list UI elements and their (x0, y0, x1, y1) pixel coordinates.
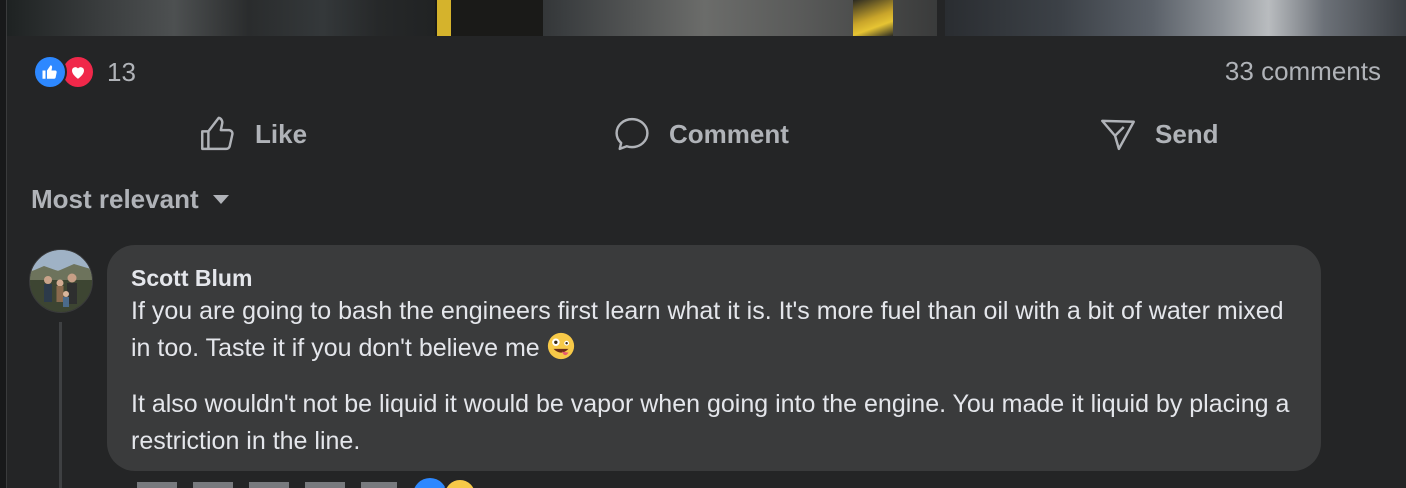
photo-detail (435, 0, 543, 36)
comment-paragraph-1: If you are going to bash the engineers f… (131, 297, 1284, 362)
comment-text: It also wouldn't not be liquid it would … (131, 390, 1290, 455)
photo-detail (437, 0, 451, 36)
comment-bubble: Scott Blum If you are going to bash the … (107, 245, 1321, 471)
profile-photo (30, 250, 92, 312)
comment-author[interactable]: Scott Blum (131, 263, 1297, 293)
like-label: Like (255, 118, 308, 149)
comments-count-link[interactable]: 33 comments (1225, 56, 1381, 87)
send-button[interactable]: Send (1097, 108, 1219, 160)
reaction-count: 13 (107, 56, 136, 87)
photo-divider (937, 0, 945, 36)
chevron-down-icon (212, 195, 229, 204)
zany-face-icon (546, 331, 576, 372)
speech-bubble-icon (615, 117, 649, 151)
comment-actions-partial (137, 482, 397, 488)
thread-line (59, 322, 62, 488)
avatar[interactable] (29, 249, 93, 313)
post-photos[interactable] (7, 0, 1406, 36)
comment-button[interactable]: Comment (611, 108, 789, 160)
post-actions: Like Comment Send (7, 108, 1406, 160)
reactions-summary[interactable]: 13 (33, 52, 136, 92)
post-card: 13 33 comments Like Comment Send Most re… (6, 0, 1406, 488)
send-icon (1101, 119, 1135, 151)
like-icon (33, 55, 67, 89)
like-icon (413, 478, 447, 488)
post-photo-right[interactable] (945, 0, 1406, 36)
comment-sort-dropdown[interactable]: Most relevant (31, 184, 229, 215)
thumbs-up-icon (201, 116, 234, 151)
send-label: Send (1155, 118, 1219, 149)
haha-icon (443, 478, 477, 488)
comment-label: Comment (669, 118, 789, 149)
sort-label: Most relevant (31, 184, 199, 214)
like-button[interactable]: Like (197, 108, 307, 160)
photo-detail (853, 0, 893, 36)
comment-text: If you are going to bash the engineers f… (131, 293, 1297, 372)
comment-meta-row (137, 476, 517, 488)
